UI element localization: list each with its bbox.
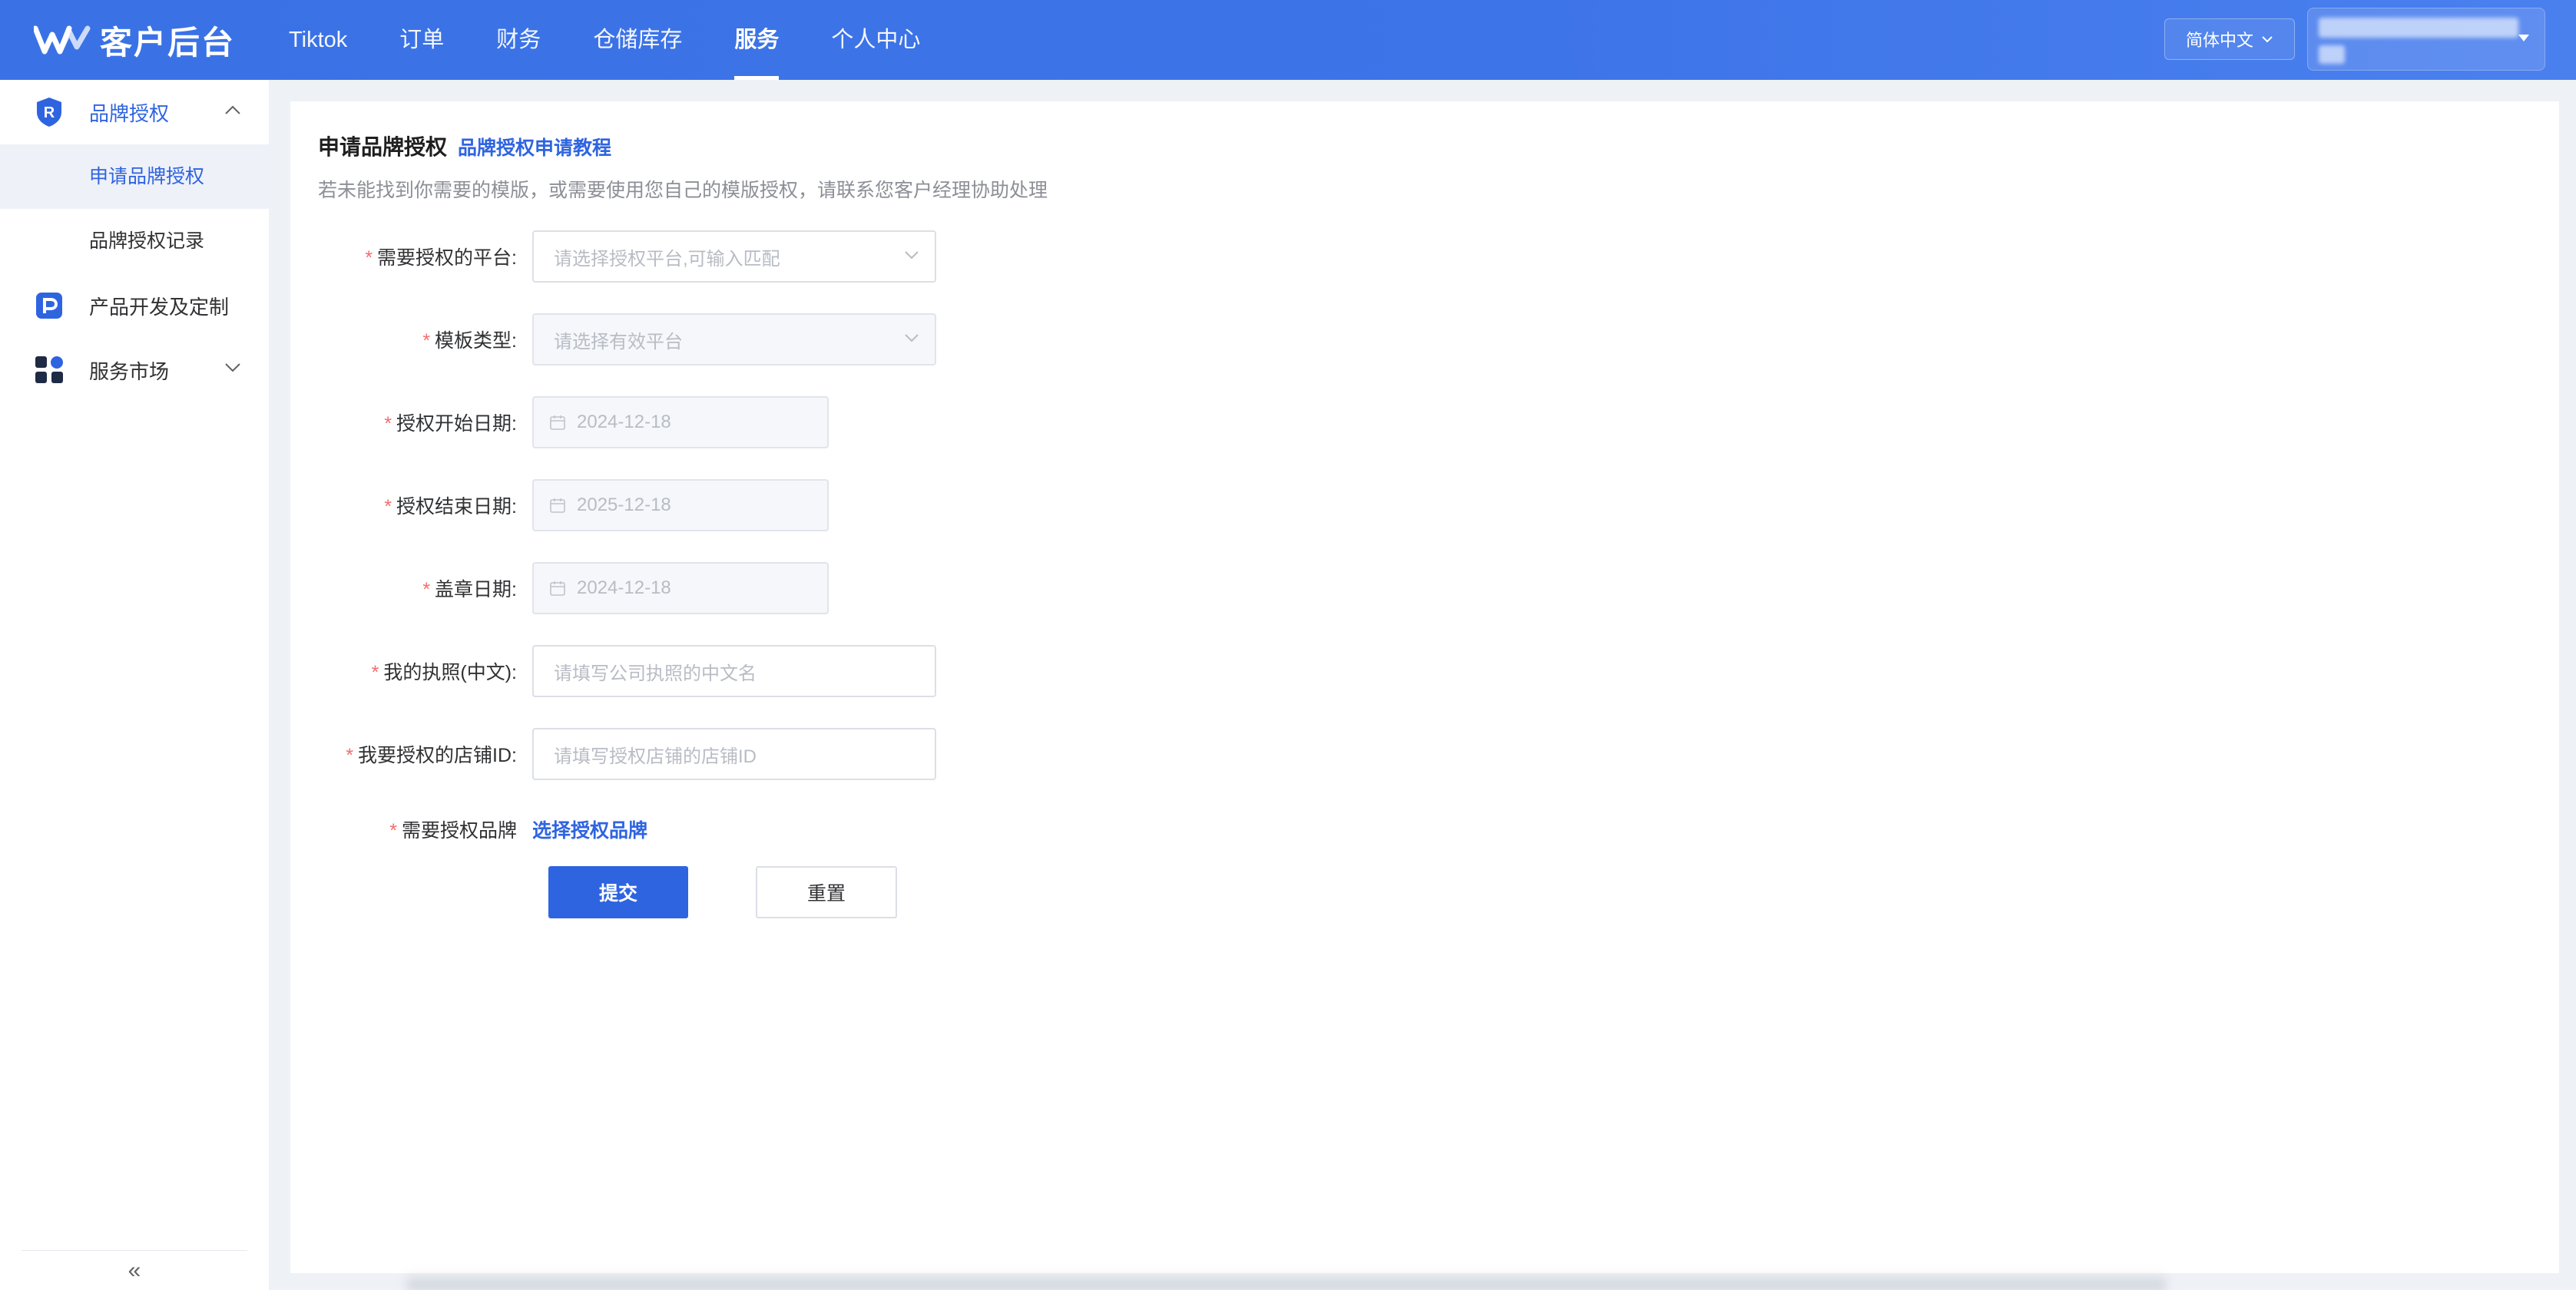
page-hint: 若未能找到你需要的模版，或需要使用您自己的模版授权，请联系您客户经理协助处理 [318,180,1048,201]
calendar-icon [550,581,565,596]
sidebar-item-brand-authorization-records[interactable]: 品牌授权记录 [0,209,269,273]
avatar [2319,18,2518,38]
brand-name: 客户后台 [100,24,236,61]
sidebar-collapse-button[interactable]: « [22,1250,247,1290]
required-mark: * [422,330,431,352]
form-row-brand: * 需要授权品牌 选择授权品牌 [290,814,647,845]
form-row-start-date: * 授权开始日期: 2024-12-18 [290,396,829,448]
nav-item-warehouse[interactable]: 仓储库存 [593,0,682,80]
chevron-down-icon [2262,36,2273,43]
chevron-up-icon [225,105,240,114]
required-mark: * [371,662,379,683]
form-row-platform: * 需要授权的平台: 请选择授权平台,可输入匹配 [290,230,936,283]
form-row-template-type: * 模板类型: 请选择有效平台 [290,313,936,366]
chevron-down-icon [905,334,919,342]
top-navigation-bar: 客户后台 Tiktok 订单 财务 仓储库存 服务 个人中心 简体中文 [0,0,2576,80]
license-cn-label: * 我的执照(中文): [371,662,517,683]
store-id-input[interactable]: 请填写授权店铺的店铺ID [532,728,936,780]
end-date-value: 2025-12-18 [577,495,671,515]
nav-item-finance[interactable]: 财务 [496,0,541,80]
start-date-picker[interactable]: 2024-12-18 [532,396,829,448]
language-label: 简体中文 [2185,31,2253,50]
reset-button[interactable]: 重置 [756,866,897,918]
sidebar-group-product-development[interactable]: 产品开发及定制 [0,273,269,338]
form-row-end-date: * 授权结束日期: 2025-12-18 [290,479,829,531]
svg-text:R: R [44,104,55,121]
license-cn-placeholder: 请填写公司执照的中文名 [554,663,757,684]
form-row-store-id: * 我要授权的店铺ID: 请填写授权店铺的店铺ID [290,728,936,780]
language-selector[interactable]: 简体中文 [2164,18,2295,60]
license-cn-input[interactable]: 请填写公司执照的中文名 [532,645,936,697]
store-id-label: * 我要授权的店铺ID: [346,745,517,766]
main-nav: Tiktok 订单 财务 仓储库存 服务 个人中心 [289,0,972,80]
user-account-menu[interactable] [2307,8,2545,71]
sidebar-group-label: 产品开发及定制 [89,295,230,319]
platform-label: * 需要授权的平台: [365,247,517,269]
sidebar-item-apply-brand-authorization[interactable]: 申请品牌授权 [0,144,269,209]
apps-grid-icon [34,355,65,385]
seal-date-picker[interactable]: 2024-12-18 [532,562,829,614]
required-mark: * [346,745,354,766]
sidebar-group-service-market[interactable]: 服务市场 [0,338,269,402]
platform-select[interactable]: 请选择授权平台,可输入匹配 [532,230,936,283]
shield-r-icon: R [34,97,65,127]
nav-item-profile[interactable]: 个人中心 [831,0,920,80]
chevron-down-icon [225,363,240,372]
sidebar-group-brand-authorization[interactable]: R 品牌授权 [0,80,269,144]
sidebar-group-label: 服务市场 [89,359,170,383]
brand[interactable]: 客户后台 [34,17,269,64]
template-type-placeholder: 请选择有效平台 [554,331,683,352]
seal-date-value: 2024-12-18 [577,577,671,598]
wm-logo-icon [34,25,91,55]
double-chevron-left-icon: « [127,1257,141,1283]
template-type-label: * 模板类型: [422,330,517,352]
bottom-shadow [407,1272,2166,1290]
required-mark: * [389,820,397,842]
nav-item-tiktok[interactable]: Tiktok [289,0,347,80]
start-date-label: * 授权开始日期: [384,413,517,435]
required-mark: * [384,413,392,435]
calendar-icon [550,415,565,430]
end-date-picker[interactable]: 2025-12-18 [532,479,829,531]
nav-item-orders[interactable]: 订单 [399,0,444,80]
select-brand-link[interactable]: 选择授权品牌 [532,815,647,843]
start-date-value: 2024-12-18 [577,412,671,432]
tutorial-link[interactable]: 品牌授权申请教程 [458,133,611,160]
required-mark: * [365,247,373,269]
required-mark: * [422,579,431,600]
page-header: 申请品牌授权 品牌授权申请教程 [318,131,611,161]
caret-down-icon [2518,35,2529,41]
form-row-seal-date: * 盖章日期: 2024-12-18 [290,562,829,614]
sidebar-group-label: 品牌授权 [89,101,170,125]
brand-authorization-form-card: 申请品牌授权 品牌授权申请教程 若未能找到你需要的模版，或需要使用您自己的模版授… [290,101,2559,1273]
seal-date-label: * 盖章日期: [422,579,517,600]
template-type-select[interactable]: 请选择有效平台 [532,313,936,366]
page-title: 申请品牌授权 [318,135,448,159]
user-info-redacted [2319,45,2345,64]
end-date-label: * 授权结束日期: [384,496,517,518]
nav-item-services[interactable]: 服务 [734,0,780,80]
chevron-down-icon [905,251,919,260]
submit-button[interactable]: 提交 [548,866,688,918]
platform-placeholder: 请选择授权平台,可输入匹配 [554,248,780,270]
sidebar: R 品牌授权 申请品牌授权 品牌授权记录 产品开发及定制 服务市场 « [0,80,269,1290]
brand-label: * 需要授权品牌 [389,820,517,842]
required-mark: * [384,496,392,518]
calendar-icon [550,498,565,513]
form-row-license-cn: * 我的执照(中文): 请填写公司执照的中文名 [290,645,936,697]
p-badge-icon [34,290,65,321]
store-id-placeholder: 请填写授权店铺的店铺ID [554,746,757,767]
